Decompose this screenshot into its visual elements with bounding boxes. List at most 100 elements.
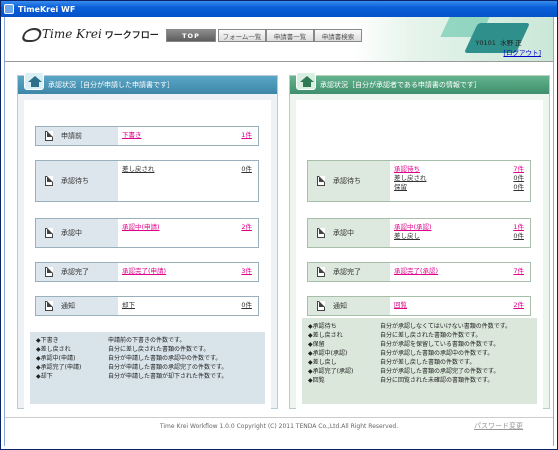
nav-tab-application-list[interactable]: 申請書一覧 — [266, 29, 314, 42]
legend-row: ◆承認待ち 自分が承認しなくてはいけない書類の件数です。 — [308, 322, 531, 331]
status-item: 承認完了(承認) 7件 — [394, 267, 524, 276]
status-count[interactable]: 2件 — [513, 301, 524, 310]
approver-applications-panel: 承認状況［自分が承認者である申請書の情報です］ 承認待ち 承認待ち 7件 差し戻さ… — [289, 72, 550, 410]
status-row-waiting: 承認待ち 差し戻され 0件 — [35, 160, 259, 202]
status-label: 承認完了 — [36, 263, 118, 281]
header-divider — [5, 61, 553, 62]
legend-row: ◆承認完了(申請) 自分が申請した書類の承認完了の件数です。 — [36, 363, 259, 372]
status-item: 承認完了(申請) 3件 — [122, 267, 252, 276]
home-icon — [24, 72, 44, 90]
legend-row: ◆差し戻され 自分に差し戻された書類の件数です。 — [308, 331, 531, 340]
status-label: 通知 — [36, 297, 118, 315]
legend-desc: 自分に差し戻された書類の件数です。 — [380, 332, 482, 339]
status-count[interactable]: 1件 — [513, 223, 524, 232]
status-link[interactable]: 承認完了(承認) — [394, 267, 438, 276]
status-item: 保留 0件 — [394, 183, 524, 192]
status-link[interactable]: 却下 — [122, 301, 135, 310]
status-count[interactable]: 2件 — [241, 223, 252, 232]
status-row-draft: 申請前 下書き 1件 — [35, 126, 259, 146]
nav-tab-top[interactable]: TOP — [166, 29, 216, 42]
status-item: 差し戻し 0件 — [394, 232, 524, 241]
legend-desc: 自分が承認した書類の承認中の件数です。 — [380, 350, 494, 357]
status-items: 却下 0件 — [118, 297, 258, 315]
main-nav: TOP フォーム一覧 申請書一覧 申請書検索 — [166, 29, 362, 42]
legend-key: ◆回覧 — [308, 377, 325, 384]
status-link[interactable]: 保留 — [394, 183, 407, 192]
status-link[interactable]: 差し戻され — [394, 174, 427, 183]
status-row-in-progress: 承認中 承認中(承認) 1件 差し戻し 0件 — [307, 218, 531, 248]
status-count[interactable]: 0件 — [513, 183, 524, 192]
legend-row: ◆差し戻し 自分が差し戻した書類の件数です。 — [308, 358, 531, 367]
document-icon — [45, 228, 53, 238]
status-link[interactable]: 承認中(承認) — [394, 223, 432, 232]
status-row-notice: 通知 回覧 2件 — [307, 296, 531, 316]
document-icon — [45, 267, 53, 277]
status-link[interactable]: 下書き — [122, 131, 142, 140]
status-label: 承認待ち — [308, 161, 390, 201]
logo-brand: Time Krei — [42, 27, 102, 41]
document-icon — [317, 228, 325, 238]
status-label: 承認完了 — [308, 263, 390, 281]
document-icon — [317, 176, 325, 186]
logo-mark-icon — [21, 27, 39, 41]
status-label-text: 承認完了 — [333, 268, 361, 276]
legend-key: ◆差し戻され — [308, 332, 343, 339]
nav-tab-form-list[interactable]: フォーム一覧 — [218, 29, 266, 42]
status-item: 承認中(申請) 2件 — [122, 223, 252, 232]
legend-key: ◆承認中(承認) — [308, 350, 348, 357]
status-count[interactable]: 7件 — [513, 165, 524, 174]
footer: Time Krei Workflow 1.0.0 Copyright (C) 2… — [5, 417, 553, 448]
status-count[interactable]: 3件 — [241, 267, 252, 276]
legend-key: ◆承認完了(承認) — [308, 368, 354, 375]
change-password-link[interactable]: パスワード変更 — [474, 421, 523, 431]
status-items: 承認待ち 7件 差し戻され 0件 保留 0件 — [390, 161, 530, 201]
legend-box: ◆承認待ち 自分が承認しなくてはいけない書類の件数です。 ◆差し戻され 自分に差し戻… — [302, 318, 537, 404]
legend-row: ◆差し戻され 自分に差し戻された書類の件数です。 — [36, 345, 259, 354]
panel-header: 承認状況［自分が承認者である申請書の情報です］ — [290, 72, 549, 94]
status-label-text: 申請前 — [61, 132, 82, 140]
logout-link[interactable]: [ログアウト] — [503, 49, 541, 57]
user-box: Y0101 水野 正 [ログアウト] — [475, 37, 541, 57]
status-link[interactable]: 承認完了(申請) — [122, 267, 166, 276]
status-count[interactable]: 1件 — [241, 131, 252, 140]
status-items: 承認中(承認) 1件 差し戻し 0件 — [390, 219, 530, 247]
status-link[interactable]: 差し戻され — [122, 165, 155, 174]
legend-row: ◆下書き 申請前の下書きの件数です。 — [36, 336, 259, 345]
status-label: 承認中 — [308, 219, 390, 247]
header: Time Krei ワークフロー TOP フォーム一覧 申請書一覧 申請書検索 … — [5, 17, 553, 61]
legend-desc: 自分が申請した書類が却下された件数です。 — [108, 373, 228, 380]
legend-key: ◆承認中(申請) — [36, 355, 76, 362]
legend-key: ◆下書き — [36, 337, 59, 344]
status-row-completed: 承認完了 承認完了(申請) 3件 — [35, 262, 259, 282]
status-count[interactable]: 0件 — [513, 232, 524, 241]
status-items: 承認完了(申請) 3件 — [118, 263, 258, 281]
status-item: 却下 0件 — [122, 301, 252, 310]
logo-subtitle: ワークフロー — [104, 30, 159, 41]
status-item: 差し戻され 0件 — [122, 165, 252, 174]
panel-title: 承認状況［自分が申請した申請書です］ — [48, 81, 174, 89]
status-count[interactable]: 7件 — [513, 267, 524, 276]
legend-key: ◆却下 — [36, 373, 53, 380]
legend-row: ◆却下 自分が申請した書類が却下された件数です。 — [36, 372, 259, 381]
status-row-waiting: 承認待ち 承認待ち 7件 差し戻され 0件 保留 0件 — [307, 160, 531, 202]
legend-row: ◆承認中(申請) 自分が申請した書類の承認中の件数です。 — [36, 354, 259, 363]
status-link[interactable]: 承認中(申請) — [122, 223, 160, 232]
status-count[interactable]: 0件 — [241, 165, 252, 174]
home-icon — [296, 72, 316, 90]
status-link[interactable]: 承認待ち — [394, 165, 420, 174]
status-link[interactable]: 差し戻し — [394, 232, 420, 241]
legend-key: ◆差し戻され — [36, 346, 71, 353]
status-label: 承認待ち — [36, 161, 118, 201]
legend-key: ◆差し戻し — [308, 359, 337, 366]
status-label-text: 承認中 — [61, 229, 82, 237]
status-link[interactable]: 回覧 — [394, 301, 407, 310]
legend-row: ◆保留 自分が承認を保留している書類の件数です。 — [308, 340, 531, 349]
nav-tab-application-search[interactable]: 申請書検索 — [314, 29, 362, 42]
legend-box: ◆下書き 申請前の下書きの件数です。 ◆差し戻され 自分に差し戻された書類の件数です… — [30, 332, 265, 404]
copyright-text: Time Krei Workflow 1.0.0 Copyright (C) 2… — [159, 423, 399, 430]
logo[interactable]: Time Krei ワークフロー — [21, 27, 159, 41]
status-item: 承認中(承認) 1件 — [394, 223, 524, 232]
app-window: TimeKrei WF Time Krei ワークフロー TOP フォーム一覧 … — [0, 0, 558, 450]
status-count[interactable]: 0件 — [513, 174, 524, 183]
status-count[interactable]: 0件 — [241, 301, 252, 310]
